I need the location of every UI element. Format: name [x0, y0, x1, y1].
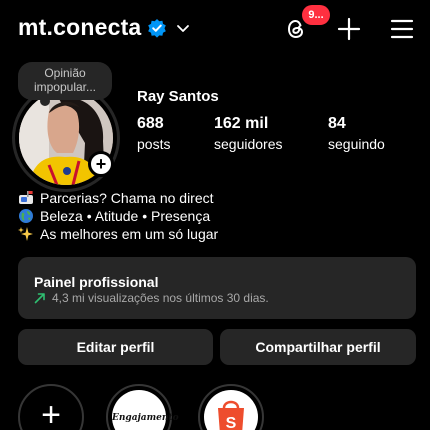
stat-value: 84 [328, 115, 346, 132]
add-story-button[interactable]: + [88, 151, 114, 177]
notification-badge[interactable]: 9... [302, 5, 330, 25]
trending-up-icon [34, 293, 45, 304]
chevron-down-icon[interactable] [175, 20, 191, 36]
bio-text: Beleza • Atitude • Presença [40, 208, 211, 224]
stat-posts[interactable]: 688 posts [137, 115, 170, 152]
top-bar: mt.conecta 9... [0, 0, 430, 58]
profile-bio: Parcerias? Chama no direct Beleza • Atit… [18, 189, 218, 243]
stat-label: seguidores [214, 136, 283, 152]
add-story-plus-icon: + [95, 154, 107, 174]
bio-text: Parcerias? Chama no direct [40, 190, 214, 206]
new-highlight-plus-icon: + [41, 396, 61, 430]
stat-following[interactable]: 84 seguindo [328, 115, 385, 152]
edit-profile-button[interactable]: Editar perfil [18, 329, 213, 365]
bio-line: Parcerias? Chama no direct [18, 189, 218, 207]
stat-value: 162 mil [214, 115, 269, 132]
highlight-shopee[interactable]: S [198, 384, 264, 430]
profile-note[interactable]: Opinião impopular... [18, 62, 112, 100]
username: mt.conecta [18, 14, 142, 40]
highlight-engajamento[interactable]: Engajamento [106, 384, 179, 430]
verified-badge-icon [148, 18, 167, 38]
account-switcher[interactable]: mt.conecta [18, 14, 191, 41]
highlight-cover-text: Engajamento [112, 413, 179, 423]
sparkles-emoji-icon [18, 227, 33, 241]
stat-value: 688 [137, 115, 164, 132]
stat-followers[interactable]: 162 mil seguidores [214, 115, 283, 152]
hamburger-menu-icon[interactable] [390, 17, 414, 41]
note-tail [40, 96, 50, 106]
highlight-cover: Engajamento [112, 390, 179, 430]
dashboard-title: Painel profissional [34, 274, 159, 290]
stat-label: seguindo [328, 136, 385, 152]
stat-label: posts [137, 136, 171, 152]
dashboard-subtitle: 4,3 mi visualizações nos últimos 30 dias… [34, 291, 269, 305]
svg-text:S: S [226, 415, 237, 430]
professional-dashboard-card[interactable]: Painel profissional 4,3 mi visualizações… [18, 257, 416, 319]
bio-line: Beleza • Atitude • Presença [18, 207, 218, 225]
bio-line: As melhores em um só lugar [18, 225, 218, 243]
highlight-new[interactable]: + [18, 384, 84, 430]
mailbox-emoji-icon [19, 191, 33, 204]
shopee-bag-icon: S [218, 400, 244, 430]
bio-text: As melhores em um só lugar [40, 226, 219, 242]
dashboard-subtitle-text: 4,3 mi visualizações nos últimos 30 dias… [52, 291, 269, 305]
create-plus-icon[interactable] [336, 16, 362, 42]
share-profile-button[interactable]: Compartilhar perfil [220, 329, 416, 365]
globe-emoji-icon [19, 209, 33, 223]
display-name: Ray Santos [137, 88, 219, 105]
highlight-cover: S [204, 390, 258, 430]
